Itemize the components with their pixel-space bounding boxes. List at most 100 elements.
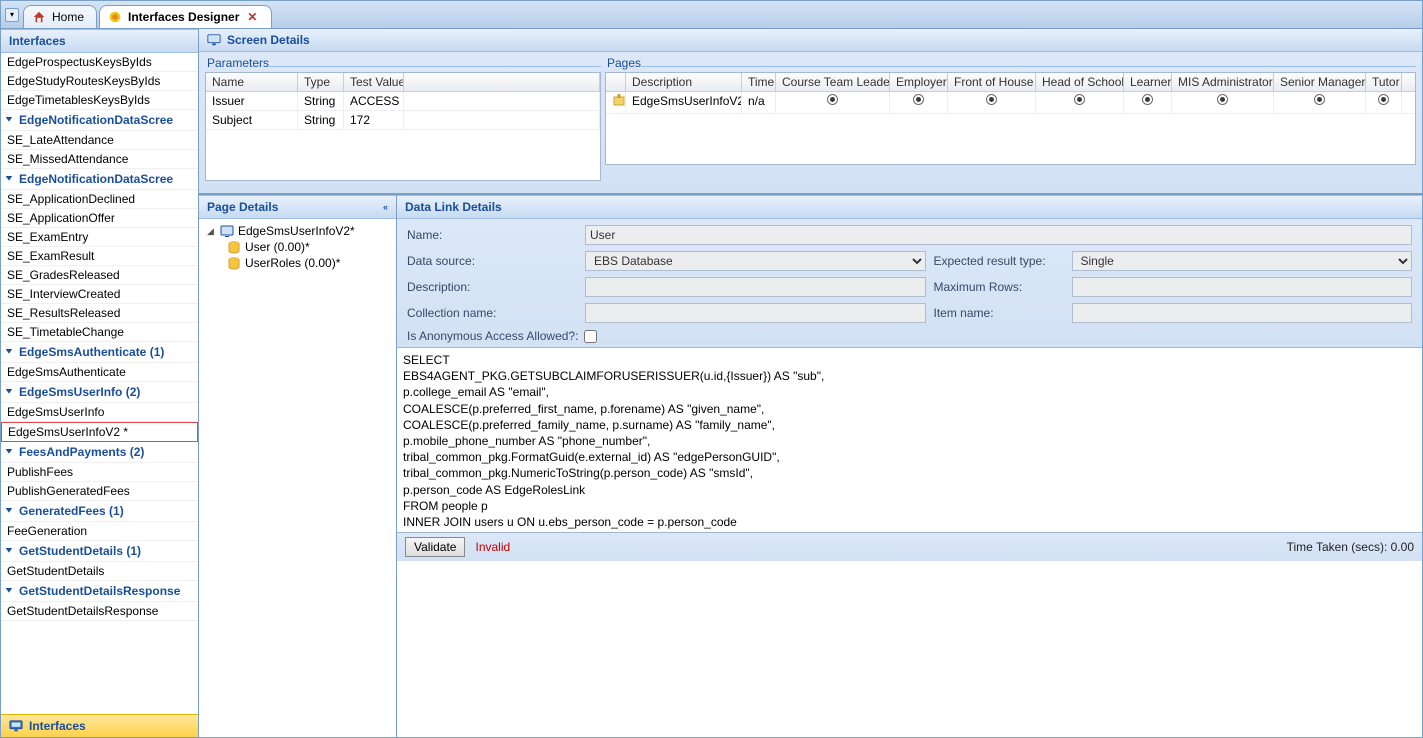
sidebar-group[interactable]: FeesAndPayments (2) xyxy=(1,442,198,463)
page-tree-child[interactable]: UserRoles (0.00)* xyxy=(203,255,392,271)
sidebar-item[interactable]: SE_ExamEntry xyxy=(1,228,198,247)
sidebar-item[interactable]: EdgeSmsUserInfo xyxy=(1,403,198,422)
sidebar-footer[interactable]: Interfaces xyxy=(1,714,198,737)
tab-home[interactable]: Home xyxy=(23,5,97,28)
datasource-select[interactable]: EBS Database xyxy=(585,251,926,271)
radio-front-of-house[interactable] xyxy=(948,92,1036,113)
expected-result-select[interactable]: Single xyxy=(1072,251,1413,271)
content-area: Screen Details Parameters Name Type xyxy=(199,29,1422,737)
sidebar-item[interactable]: EdgeSmsAuthenticate xyxy=(1,363,198,382)
page-tree[interactable]: ◢ EdgeSmsUserInfoV2* User (0.00)* xyxy=(199,219,396,737)
parameters-row[interactable]: Issuer String ACCESS xyxy=(206,92,600,111)
sidebar-item[interactable]: SE_ExamResult xyxy=(1,247,198,266)
pages-grid[interactable]: Description Time Course Team Leader Empl… xyxy=(605,72,1416,165)
col-tutor[interactable]: Tutor xyxy=(1366,73,1402,91)
radio-mis-administrator[interactable] xyxy=(1172,92,1274,113)
tabs-dropdown-button[interactable]: ▾ xyxy=(5,8,19,22)
radio-dot-icon xyxy=(1074,94,1085,105)
sidebar-item[interactable]: SE_ApplicationDeclined xyxy=(1,190,198,209)
collection-name-field[interactable] xyxy=(585,303,926,323)
sidebar-scroll[interactable]: EdgeProspectusKeysByIdsEdgeStudyRoutesKe… xyxy=(1,53,198,714)
tab-designer-label: Interfaces Designer xyxy=(128,10,239,24)
param-test-value[interactable]: 172 xyxy=(344,111,404,129)
col-description[interactable]: Description xyxy=(626,73,742,91)
sidebar-item[interactable]: SE_InterviewCreated xyxy=(1,285,198,304)
col-learner[interactable]: Learner xyxy=(1124,73,1172,91)
item-name-field[interactable] xyxy=(1072,303,1413,323)
col-front-of-house[interactable]: Front of House xyxy=(948,73,1036,91)
expander-icon[interactable]: ◢ xyxy=(205,226,216,237)
sidebar-item[interactable]: SE_LateAttendance xyxy=(1,131,198,150)
sidebar-item[interactable]: GetStudentDetails xyxy=(1,562,198,581)
sidebar-group[interactable]: GetStudentDetails (1) xyxy=(1,541,198,562)
sidebar-item[interactable]: SE_ResultsReleased xyxy=(1,304,198,323)
param-test-value[interactable]: ACCESS xyxy=(344,92,404,110)
collapse-chevron-icon[interactable]: « xyxy=(383,202,388,212)
tab-close-button[interactable]: ✕ xyxy=(245,10,259,24)
sidebar-group[interactable]: GeneratedFees (1) xyxy=(1,501,198,522)
sidebar-item[interactable]: SE_ApplicationOffer xyxy=(1,209,198,228)
radio-dot-icon xyxy=(986,94,997,105)
sidebar-item[interactable]: PublishGeneratedFees xyxy=(1,482,198,501)
query-editor[interactable] xyxy=(397,347,1422,533)
tab-interfaces-designer[interactable]: Interfaces Designer ✕ xyxy=(99,5,272,28)
designer-icon xyxy=(108,10,122,24)
param-name: Issuer xyxy=(206,92,298,110)
col-employer[interactable]: Employer xyxy=(890,73,948,91)
sidebar-item[interactable]: EdgeProspectusKeysByIds xyxy=(1,53,198,72)
param-name: Subject xyxy=(206,111,298,129)
sidebar-item[interactable]: GetStudentDetailsResponse xyxy=(1,602,198,621)
tab-home-label: Home xyxy=(52,10,84,24)
col-mis-administrator[interactable]: MIS Administrator xyxy=(1172,73,1274,91)
sidebar-item[interactable]: FeeGeneration xyxy=(1,522,198,541)
col-type[interactable]: Type xyxy=(298,73,344,91)
radio-dot-icon xyxy=(1314,94,1325,105)
label-itemname: Item name: xyxy=(934,306,1064,320)
sidebar-item[interactable]: SE_MissedAttendance xyxy=(1,150,198,169)
radio-dot-icon xyxy=(1378,94,1389,105)
label-expected: Expected result type: xyxy=(934,254,1064,268)
radio-head-of-school[interactable] xyxy=(1036,92,1124,113)
anonymous-access-checkbox[interactable] xyxy=(584,330,597,343)
sidebar-group[interactable]: EdgeNotificationDataScree xyxy=(1,169,198,190)
radio-senior-manager[interactable] xyxy=(1274,92,1366,113)
col-time[interactable]: Time xyxy=(742,73,776,91)
page-tree-root[interactable]: ◢ EdgeSmsUserInfoV2* xyxy=(203,223,392,239)
col-course-team-leader[interactable]: Course Team Leader xyxy=(776,73,890,91)
col-head-of-school[interactable]: Head of School xyxy=(1036,73,1124,91)
label-maxrows: Maximum Rows: xyxy=(934,280,1064,294)
radio-dot-icon xyxy=(1217,94,1228,105)
screen-details-header: Screen Details xyxy=(199,29,1422,52)
page-tree-child-label: UserRoles (0.00)* xyxy=(245,256,340,270)
radio-employer[interactable] xyxy=(890,92,948,113)
pages-row[interactable]: EdgeSmsUserInfoV2* n/a xyxy=(606,92,1415,114)
parameters-row[interactable]: Subject String 172 xyxy=(206,111,600,130)
validate-button[interactable]: Validate xyxy=(405,537,465,557)
sidebar-item[interactable]: PublishFees xyxy=(1,463,198,482)
page-tree-child-label: User (0.00)* xyxy=(245,240,310,254)
dld-form: Name: Data source: EBS Database Expected… xyxy=(397,219,1422,347)
sidebar-item[interactable]: EdgeTimetablesKeysByIds xyxy=(1,91,198,110)
page-tree-child[interactable]: User (0.00)* xyxy=(203,239,392,255)
sidebar-item[interactable]: EdgeStudyRoutesKeysByIds xyxy=(1,72,198,91)
radio-tutor[interactable] xyxy=(1366,92,1402,113)
sidebar-group[interactable]: EdgeSmsAuthenticate (1) xyxy=(1,342,198,363)
radio-learner[interactable] xyxy=(1124,92,1172,113)
row-indicator-icon xyxy=(606,92,626,113)
divider xyxy=(269,66,601,67)
sidebar-group[interactable]: EdgeNotificationDataScree xyxy=(1,110,198,131)
sidebar-item[interactable]: EdgeSmsUserInfoV2 * xyxy=(1,422,198,442)
radio-course-team-leader[interactable] xyxy=(776,92,890,113)
col-name[interactable]: Name xyxy=(206,73,298,91)
sidebar-item[interactable]: SE_TimetableChange xyxy=(1,323,198,342)
sidebar-group[interactable]: EdgeSmsUserInfo (2) xyxy=(1,382,198,403)
col-senior-manager[interactable]: Senior Manager xyxy=(1274,73,1366,91)
parameters-grid[interactable]: Name Type Test Value Issuer String ACCES… xyxy=(205,72,601,181)
description-field[interactable] xyxy=(585,277,926,297)
name-field[interactable] xyxy=(585,225,1412,245)
screen-icon xyxy=(207,33,221,47)
sidebar-group[interactable]: GetStudentDetailsResponse xyxy=(1,581,198,602)
maximum-rows-field[interactable] xyxy=(1072,277,1413,297)
col-test-value[interactable]: Test Value xyxy=(344,73,404,91)
sidebar-item[interactable]: SE_GradesReleased xyxy=(1,266,198,285)
